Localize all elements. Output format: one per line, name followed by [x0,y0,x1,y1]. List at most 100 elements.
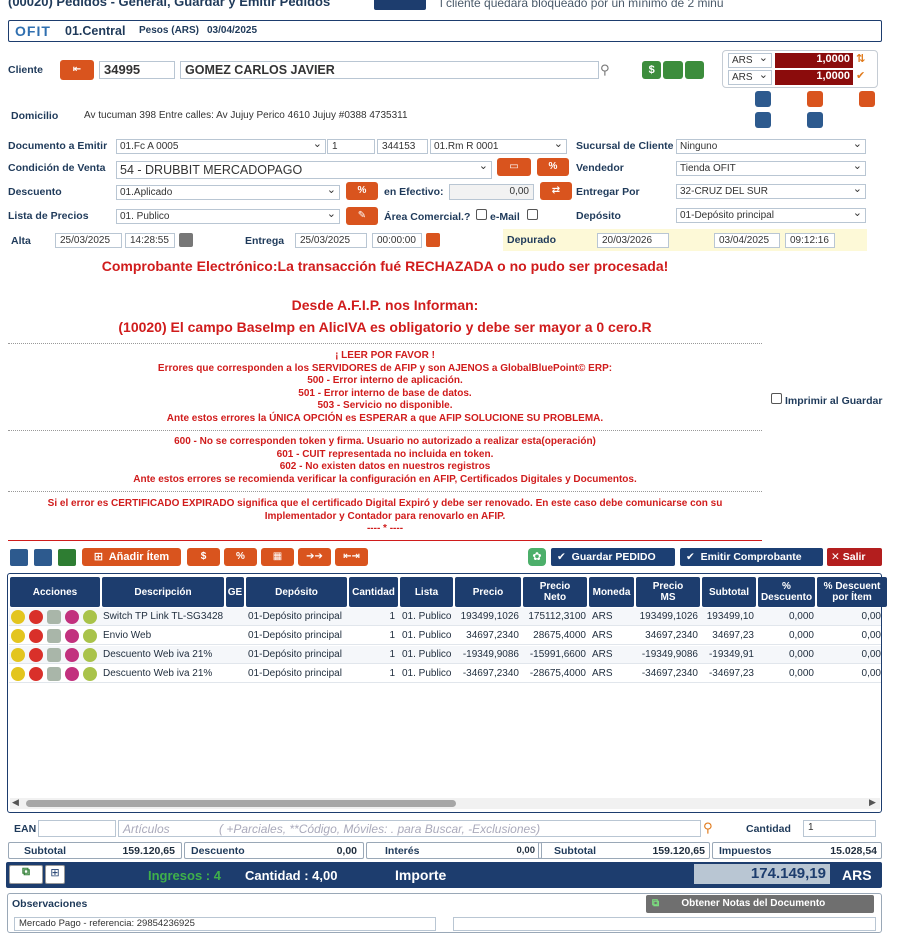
doc-edit-icon[interactable] [807,91,823,107]
percent-button[interactable]: % [224,548,257,566]
column-header[interactable]: Lista [400,577,453,607]
ean-input[interactable] [38,820,116,837]
purged-time[interactable]: 09:12:16 [785,233,835,248]
tag-button[interactable]: ✎ [346,207,378,225]
scroll-thumb[interactable] [26,800,456,807]
search-icon[interactable]: ⚲ [600,62,610,78]
row-action-icon[interactable] [65,667,79,681]
column-header[interactable]: Depósito [246,577,347,607]
refresh-icon[interactable]: ⇅ [856,52,865,65]
expand-button[interactable]: ⇤⇥ [335,548,368,566]
row-action-icon[interactable] [29,648,43,662]
cash-icon[interactable]: $ [642,61,662,79]
emit-button[interactable]: ✔ Emitir Comprobante [680,548,823,566]
column-header[interactable]: GE [226,577,244,607]
price-list-select[interactable]: 01. Publico [116,209,340,224]
column-header[interactable]: Cantidad [349,577,398,607]
card-button[interactable]: ▭ [497,158,531,176]
money-button[interactable]: $ [187,548,220,566]
column-header[interactable]: % Descuento [758,577,815,607]
row-action-icon[interactable] [47,648,61,662]
search-icon[interactable]: ⚲ [703,820,713,836]
calendar-icon[interactable] [179,233,193,247]
notes-input-2[interactable] [453,917,876,931]
row-action-icon[interactable] [29,667,43,681]
settings-icon[interactable]: ✿ [528,548,546,566]
delivery-date[interactable]: 25/03/2025 [295,233,367,248]
notes-input[interactable]: Mercado Pago - referencia: 29854236925 [14,917,436,931]
client-lookup-button[interactable]: ⇤ [60,60,94,80]
discount-select[interactable]: 01.Aplicado [116,185,340,200]
commercial-area-checkbox[interactable] [476,209,487,220]
purged-date2[interactable]: 03/04/2025 [714,233,780,248]
email-checkbox[interactable] [527,209,538,220]
row-action-icon[interactable] [65,610,79,624]
currency-select-1[interactable]: ARS [728,53,772,68]
delivery-time[interactable]: 00:00:00 [372,233,422,248]
grid-icon[interactable] [684,61,704,79]
alta-date[interactable]: 25/03/2025 [55,233,122,248]
currency-select-2[interactable]: ARS [728,70,772,85]
row-action-icon[interactable] [83,610,97,624]
forward-button[interactable]: ➔➔ [298,548,331,566]
calc-button[interactable]: ▦ [261,548,294,566]
tree-icon[interactable] [10,549,28,566]
scroll-right-icon[interactable]: ▶ [869,797,876,808]
add-item-button[interactable]: ⊞ Añadir Ítem [82,548,181,566]
row-action-icon[interactable] [83,667,97,681]
horizontal-scrollbar[interactable]: ◀ ▶ [10,797,880,809]
rate-value-2[interactable]: 1,0000 [775,70,853,85]
check-icon[interactable]: ✔ [856,69,865,82]
articles-input[interactable]: Artículos ( +Parciales, **Código, Móvile… [118,820,701,837]
columns-icon[interactable] [807,112,823,128]
row-action-icon[interactable] [47,667,61,681]
percent-button[interactable]: % [537,158,569,176]
seller-select[interactable]: Tienda OFIT [676,161,866,176]
column-header[interactable]: Precio Neto [523,577,587,607]
column-header[interactable]: Acciones [10,577,100,607]
excel-icon[interactable] [58,549,76,566]
row-action-icon[interactable] [83,629,97,643]
copy-icon[interactable]: ⧉ [9,865,43,884]
purged-date[interactable]: 20/03/2026 [597,233,669,248]
branch-client-select[interactable]: Ninguno [676,139,866,154]
row-action-icon[interactable] [65,629,79,643]
client-name-input[interactable]: GOMEZ CARLOS JAVIER [180,61,599,79]
card-icon[interactable] [663,61,683,79]
row-action-icon[interactable] [11,648,25,662]
scroll-left-icon[interactable]: ◀ [12,797,19,808]
column-header[interactable]: Precio [455,577,521,607]
rate-value-1[interactable]: 1,0000 [775,53,853,68]
column-header[interactable]: Precio MS [636,577,700,607]
calendar-icon[interactable] [426,233,440,247]
row-action-icon[interactable] [29,610,43,624]
column-header[interactable]: Subtotal [702,577,756,607]
money-icons[interactable]: $ [642,61,704,79]
cart-icon[interactable] [755,112,771,128]
row-action-icon[interactable] [83,648,97,662]
doc-delete-icon[interactable] [859,91,875,107]
discount-apply-button[interactable]: % [346,182,378,200]
alta-time[interactable]: 14:28:55 [125,233,175,248]
doc-number1[interactable]: 1 [327,139,375,154]
save-order-button[interactable]: ✔ Guardar PEDIDO [551,548,675,566]
sale-cond-select[interactable]: 54 - DRUBBIT MERCADOPAGO [116,161,492,179]
row-action-icon[interactable] [29,629,43,643]
deliver-by-select[interactable]: 32-CRUZ DEL SUR [676,184,866,199]
calendar-icon[interactable] [755,91,771,107]
client-code-input[interactable]: 34995 [99,61,175,79]
row-action-icon[interactable] [47,629,61,643]
doc-select[interactable]: 01.Fc A 0005 [116,139,326,154]
cart-icon[interactable]: ⊞ [45,865,65,884]
qty-input[interactable]: 1 [803,820,876,837]
print-on-save-checkbox[interactable] [771,393,782,404]
row-action-icon[interactable] [11,610,25,624]
row-action-icon[interactable] [11,629,25,643]
row-action-icon[interactable] [65,648,79,662]
doc-number2[interactable]: 344153 [377,139,428,154]
doc-rm-select[interactable]: 01.Rm R 0001 [430,139,567,154]
cash-swap-button[interactable]: ⇄ [540,182,572,200]
link-icon[interactable] [34,549,52,566]
get-notes-button[interactable]: ⧉ Obtener Notas del Documento [646,895,874,913]
deposit-select[interactable]: 01-Depósito principal [676,208,866,223]
